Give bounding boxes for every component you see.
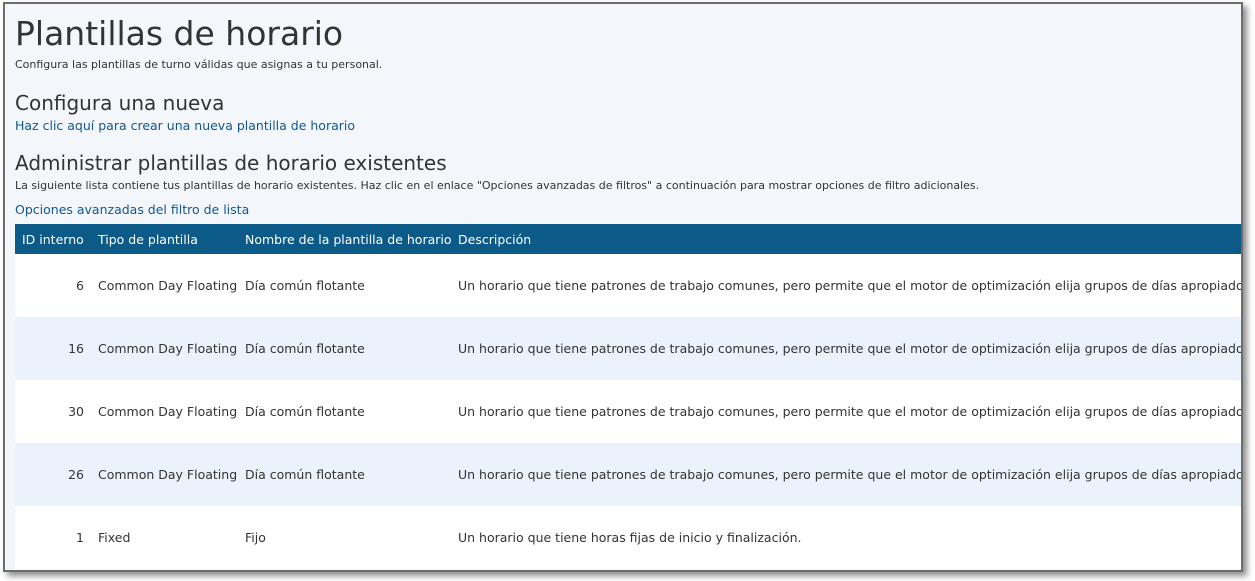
cell-name-link[interactable]: Día común flotante <box>238 380 451 443</box>
table-row: 1 Fixed Fijo Un horario que tiene horas … <box>15 506 1241 569</box>
manage-templates-heading: Administrar plantillas de horario existe… <box>15 151 447 175</box>
cell-type: Common Day Floating <box>91 317 238 380</box>
page-title: Plantillas de horario <box>15 14 344 53</box>
cell-name-link[interactable]: Día común flotante <box>238 254 451 317</box>
table-row: 26 Common Day Floating Día común flotant… <box>15 443 1241 506</box>
templates-table: ID interno Tipo de plantilla Nombre de l… <box>15 224 1241 569</box>
cell-id: 26 <box>15 443 91 506</box>
cell-description-link[interactable]: Un horario que tiene patrones de trabajo… <box>451 380 1241 443</box>
page-frame: Plantillas de horario Configura las plan… <box>3 2 1243 572</box>
cell-name-link[interactable]: Fijo <box>238 506 451 569</box>
cell-id: 6 <box>15 254 91 317</box>
column-header-id[interactable]: ID interno <box>15 224 91 254</box>
column-header-name[interactable]: Nombre de la plantilla de horario <box>238 224 452 254</box>
cell-name-link[interactable]: Día común flotante <box>238 317 451 380</box>
cell-description-link[interactable]: Un horario que tiene patrones de trabajo… <box>451 443 1241 506</box>
table-header-row: ID interno Tipo de plantilla Nombre de l… <box>15 224 1241 254</box>
cell-type: Common Day Floating <box>91 443 238 506</box>
cell-type: Common Day Floating <box>91 380 238 443</box>
column-header-description[interactable]: Descripción <box>451 224 1241 254</box>
cell-id: 30 <box>15 380 91 443</box>
cell-id: 1 <box>15 506 91 569</box>
manage-templates-description: La siguiente lista contiene tus plantill… <box>15 179 980 192</box>
cell-id: 16 <box>15 317 91 380</box>
table-row: 16 Common Day Floating Día común flotant… <box>15 317 1241 380</box>
new-template-heading: Configura una nueva <box>15 91 225 115</box>
table-row: 30 Common Day Floating Día común flotant… <box>15 380 1241 443</box>
page-subtitle: Configura las plantillas de turno válida… <box>15 58 383 71</box>
table-row: 6 Common Day Floating Día común flotante… <box>15 254 1241 317</box>
cell-description-link[interactable]: Un horario que tiene patrones de trabajo… <box>451 254 1241 317</box>
cell-description-link[interactable]: Un horario que tiene horas fijas de inic… <box>451 506 1241 569</box>
cell-name-link[interactable]: Día común flotante <box>238 443 451 506</box>
cell-type: Common Day Floating <box>91 254 238 317</box>
column-header-type[interactable]: Tipo de plantilla <box>91 224 238 254</box>
create-template-link[interactable]: Haz clic aquí para crear una nueva plant… <box>15 118 355 133</box>
cell-description-link[interactable]: Un horario que tiene patrones de trabajo… <box>451 317 1241 380</box>
advanced-filter-link[interactable]: Opciones avanzadas del filtro de lista <box>15 202 249 217</box>
cell-type: Fixed <box>91 506 238 569</box>
